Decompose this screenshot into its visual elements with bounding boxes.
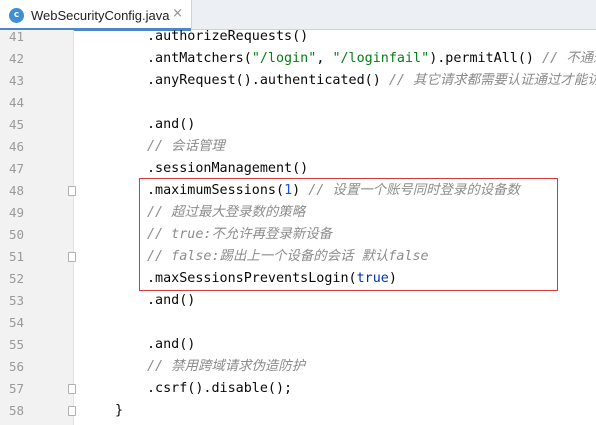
code-editor[interactable]: 41 .authorizeRequests() 42 .antMatchers("/l… [0, 29, 596, 425]
code-token: .and() [147, 337, 196, 352]
code-text: .authorizeRequests() [147, 26, 308, 48]
code-line[interactable]: 53 .and() [0, 290, 596, 312]
line-number: 47 [8, 161, 24, 176]
line-number: 53 [8, 293, 24, 308]
line-number: 56 [8, 359, 24, 374]
code-text: .csrf().disable(); [147, 378, 292, 400]
line-number: 50 [8, 227, 24, 242]
line-number: 41 [8, 29, 24, 44]
line-number: 55 [8, 337, 24, 352]
code-string: "/login" [251, 51, 317, 66]
line-number: 42 [8, 51, 24, 66]
highlight-box [139, 178, 558, 291]
tab-title: WebSecurityConfig.java [31, 7, 170, 23]
code-token: .and() [147, 293, 196, 308]
code-text: } [115, 400, 123, 422]
code-text: // 禁用跨域请求伪造防护 [147, 356, 305, 378]
code-line[interactable]: 54 [0, 312, 596, 334]
line-number: 45 [8, 117, 24, 132]
code-text: // 会话管理 [147, 136, 225, 158]
code-line[interactable]: 43 .anyRequest().authenticated() // 其它请求都… [0, 70, 596, 92]
code-comment: // 禁用跨域请求伪造防护 [147, 359, 306, 374]
java-class-icon: c [9, 7, 24, 23]
code-line[interactable]: 42 .antMatchers("/login", "/loginfail").p… [0, 48, 596, 70]
fold-marker-icon[interactable] [68, 384, 76, 394]
line-number: 46 [8, 139, 24, 154]
code-text: .sessionManagement() [147, 158, 308, 180]
code-line[interactable]: 58} [0, 400, 596, 422]
fold-marker-icon[interactable] [68, 406, 76, 416]
code-token: , [316, 51, 333, 66]
code-token: .antMatchers( [147, 51, 252, 66]
line-number: 58 [8, 403, 24, 418]
code-token: .csrf().disable(); [147, 381, 293, 396]
code-token: .anyRequest().authenticated() [147, 73, 389, 88]
code-line[interactable]: 44 [0, 92, 596, 114]
line-number: 52 [8, 271, 24, 286]
fold-marker-icon[interactable] [68, 186, 76, 196]
close-icon[interactable]: × [172, 7, 183, 21]
code-line[interactable]: 41 .authorizeRequests() [0, 26, 596, 48]
code-text: .antMatchers("/login", "/loginfail").per… [147, 48, 596, 70]
code-line[interactable]: 55 .and() [0, 334, 596, 356]
code-comment: // 会话管理 [147, 139, 225, 154]
line-number: 57 [8, 381, 24, 396]
code-token: .sessionManagement() [147, 161, 309, 176]
code-string: "/loginfail" [332, 51, 430, 66]
code-line[interactable]: 57 .csrf().disable(); [0, 378, 596, 400]
line-number: 44 [8, 95, 24, 110]
code-line[interactable]: 47 .sessionManagement() [0, 158, 596, 180]
code-token: .authorizeRequests() [147, 29, 309, 44]
code-token: } [115, 403, 124, 418]
code-line[interactable]: 46 // 会话管理 [0, 136, 596, 158]
code-text: .and() [147, 290, 195, 312]
code-comment: // 不通过 [542, 51, 596, 66]
code-token: ).permitAll() [429, 51, 543, 66]
line-number: 49 [8, 205, 24, 220]
code-text: .and() [147, 334, 195, 356]
code-text: .and() [147, 114, 195, 136]
line-number: 51 [8, 249, 24, 264]
code-line[interactable]: 45 .and() [0, 114, 596, 136]
code-line[interactable]: 56 // 禁用跨域请求伪造防护 [0, 356, 596, 378]
line-number: 48 [8, 183, 24, 198]
code-text: .anyRequest().authenticated() // 其它请求都需要… [147, 70, 596, 92]
line-number: 54 [8, 315, 24, 330]
line-number: 43 [8, 73, 24, 88]
code-token: .and() [147, 117, 196, 132]
code-comment: // 其它请求都需要认证通过才能访 [388, 73, 596, 88]
fold-marker-icon[interactable] [68, 252, 76, 262]
